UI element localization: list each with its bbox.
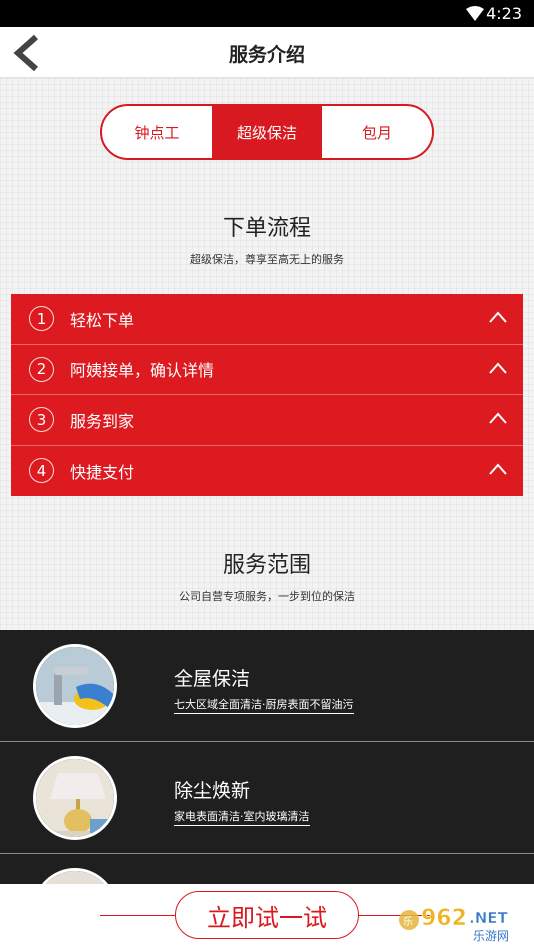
step-label: 轻松下单 [70, 310, 135, 330]
step-number: 1 [29, 306, 54, 332]
page-title: 服务介绍 [228, 44, 305, 66]
chevron-up-icon [489, 412, 507, 424]
scope-subtitle: 公司自营专项服务，一步到位的保洁 [179, 590, 355, 603]
service-type-tabs: 钟点工 超级保洁 包月 [100, 104, 434, 160]
step-label: 阿姨接单，确认详情 [70, 361, 215, 381]
step-number: 2 [29, 356, 54, 382]
try-now-button[interactable]: 立即试一试 [175, 891, 359, 939]
tab-monthly[interactable]: 包月 [322, 106, 432, 158]
scope-title: 服务范围 [222, 553, 311, 578]
step-item[interactable]: 1 轻松下单 [11, 294, 523, 345]
process-subtitle: 超级保洁，尊享至高无上的服务 [190, 253, 344, 266]
svg-text:.NET: .NET [469, 909, 508, 927]
title-bar: 服务介绍 [0, 27, 534, 78]
chevron-up-icon [489, 361, 507, 374]
site-watermark-logo: 乐 962 .NET 乐游网 [399, 906, 509, 943]
tab-super-cleaning[interactable]: 超级保洁 [212, 106, 322, 158]
service-desc: 七大区域全面清洁·厨房表面不留油污 [174, 696, 354, 714]
service-item[interactable]: 全屋保洁 七大区域全面清洁·厨房表面不留油污 [0, 630, 534, 742]
chevron-up-icon [489, 462, 507, 475]
step-item[interactable]: 2 阿姨接单，确认详情 [11, 345, 523, 395]
step-label: 服务到家 [70, 411, 135, 431]
service-image-lamp [33, 756, 117, 840]
step-number: 3 [29, 407, 54, 433]
step-item[interactable]: 3 服务到家 [11, 395, 523, 446]
svg-text:乐游网: 乐游网 [473, 929, 509, 943]
divider-left [100, 915, 175, 916]
chevron-up-icon [489, 311, 507, 323]
service-desc: 家电表面清洁·室内玻璃清洁 [174, 808, 310, 826]
status-time: 4:23 [486, 4, 522, 23]
service-image-faucet [33, 644, 117, 728]
step-label: 快捷支付 [70, 462, 135, 482]
step-item[interactable]: 4 快捷支付 [11, 446, 523, 497]
service-item[interactable]: 除尘焕新 家电表面清洁·室内玻璃清洁 [0, 742, 534, 854]
svg-text:乐: 乐 [403, 916, 413, 928]
svg-text:962: 962 [421, 906, 467, 931]
tab-hourly[interactable]: 钟点工 [102, 106, 212, 158]
step-number: 4 [29, 458, 54, 484]
service-name: 除尘焕新 [174, 780, 251, 802]
service-name: 全屋保洁 [174, 668, 251, 690]
status-bar: 4:23 [0, 0, 534, 27]
process-steps: 1 轻松下单 2 阿姨接单，确认详情 3 服务到家 4 快捷支付 [11, 294, 523, 496]
process-title: 下单流程 [222, 216, 311, 241]
service-list: 全屋保洁 七大区域全面清洁·厨房表面不留油污 除尘焕新 家电表面清洁·室内玻璃清… [0, 630, 534, 890]
wifi-icon [466, 6, 484, 21]
